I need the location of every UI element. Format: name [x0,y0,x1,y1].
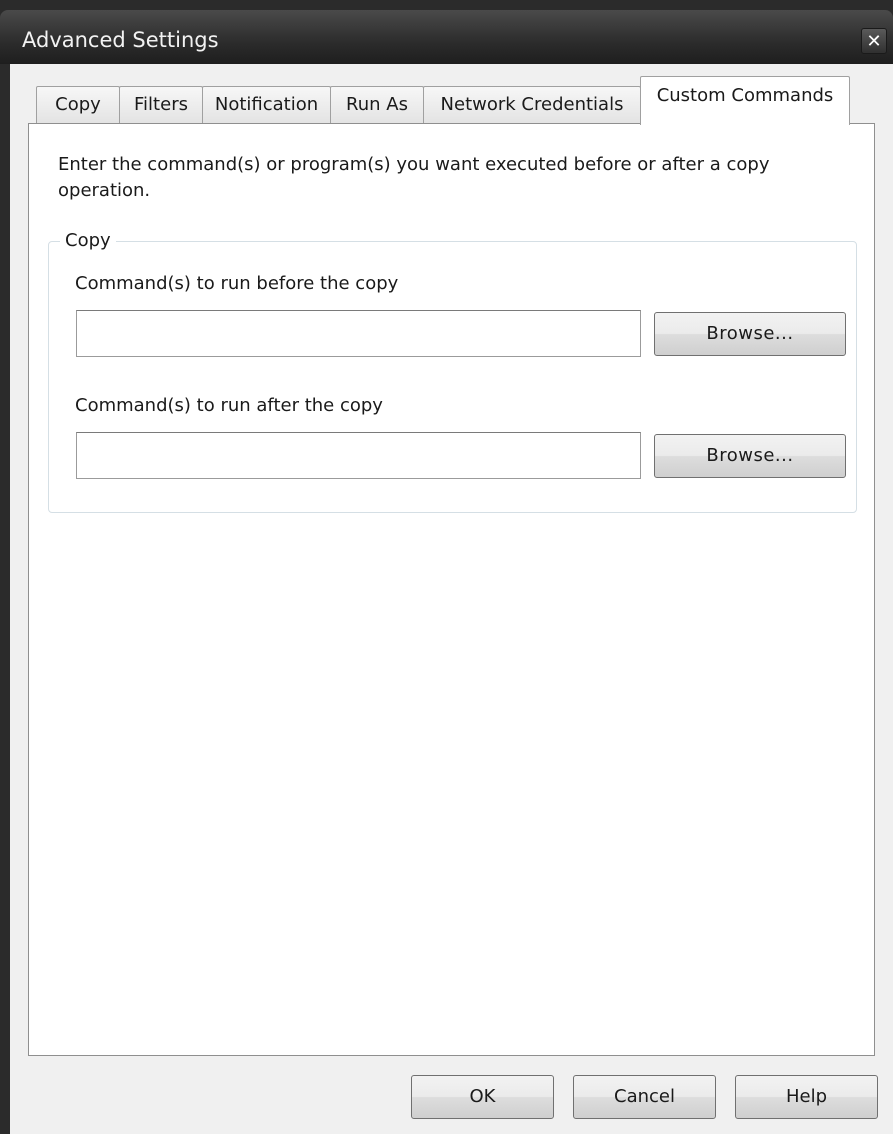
title-bar[interactable]: Advanced Settings ✕ [0,10,893,64]
tab-label: Copy [55,94,101,115]
cancel-button[interactable]: Cancel [573,1075,716,1119]
tab-label: Network Credentials [440,94,624,115]
advanced-settings-dialog: Advanced Settings ✕ Copy Filters Notific… [0,0,893,1134]
help-button[interactable]: Help [735,1075,878,1119]
tab-label: Custom Commands [656,85,834,106]
tab-custom-commands[interactable]: Custom Commands [640,76,850,125]
browse-before-button[interactable]: Browse... [654,312,846,356]
tab-notification[interactable]: Notification [202,86,331,124]
tab-run-as[interactable]: Run As [330,86,424,124]
browse-after-button[interactable]: Browse... [654,434,846,478]
tab-label: Run As [346,94,408,115]
tab-network-credentials[interactable]: Network Credentials [423,86,641,124]
window-title: Advanced Settings [22,28,219,52]
ok-button[interactable]: OK [411,1075,554,1119]
before-copy-command-input[interactable] [76,310,641,357]
groupbox-label: Copy [60,229,116,253]
after-copy-label: Command(s) to run after the copy [75,395,383,416]
dialog-client-area: Copy Filters Notification Run As Network… [10,64,893,1134]
tab-filters[interactable]: Filters [119,86,203,124]
custom-commands-panel: Enter the command(s) or program(s) you w… [28,123,875,1056]
close-button[interactable]: ✕ [861,28,887,54]
after-copy-command-input[interactable] [76,432,641,479]
close-icon: ✕ [866,31,882,52]
tab-label: Filters [134,94,188,115]
copy-groupbox: Copy Command(s) to run before the copy B… [48,229,857,513]
tab-copy[interactable]: Copy [36,86,120,124]
before-copy-label: Command(s) to run before the copy [75,273,399,294]
tab-label: Notification [214,94,319,115]
panel-description: Enter the command(s) or program(s) you w… [58,154,770,201]
